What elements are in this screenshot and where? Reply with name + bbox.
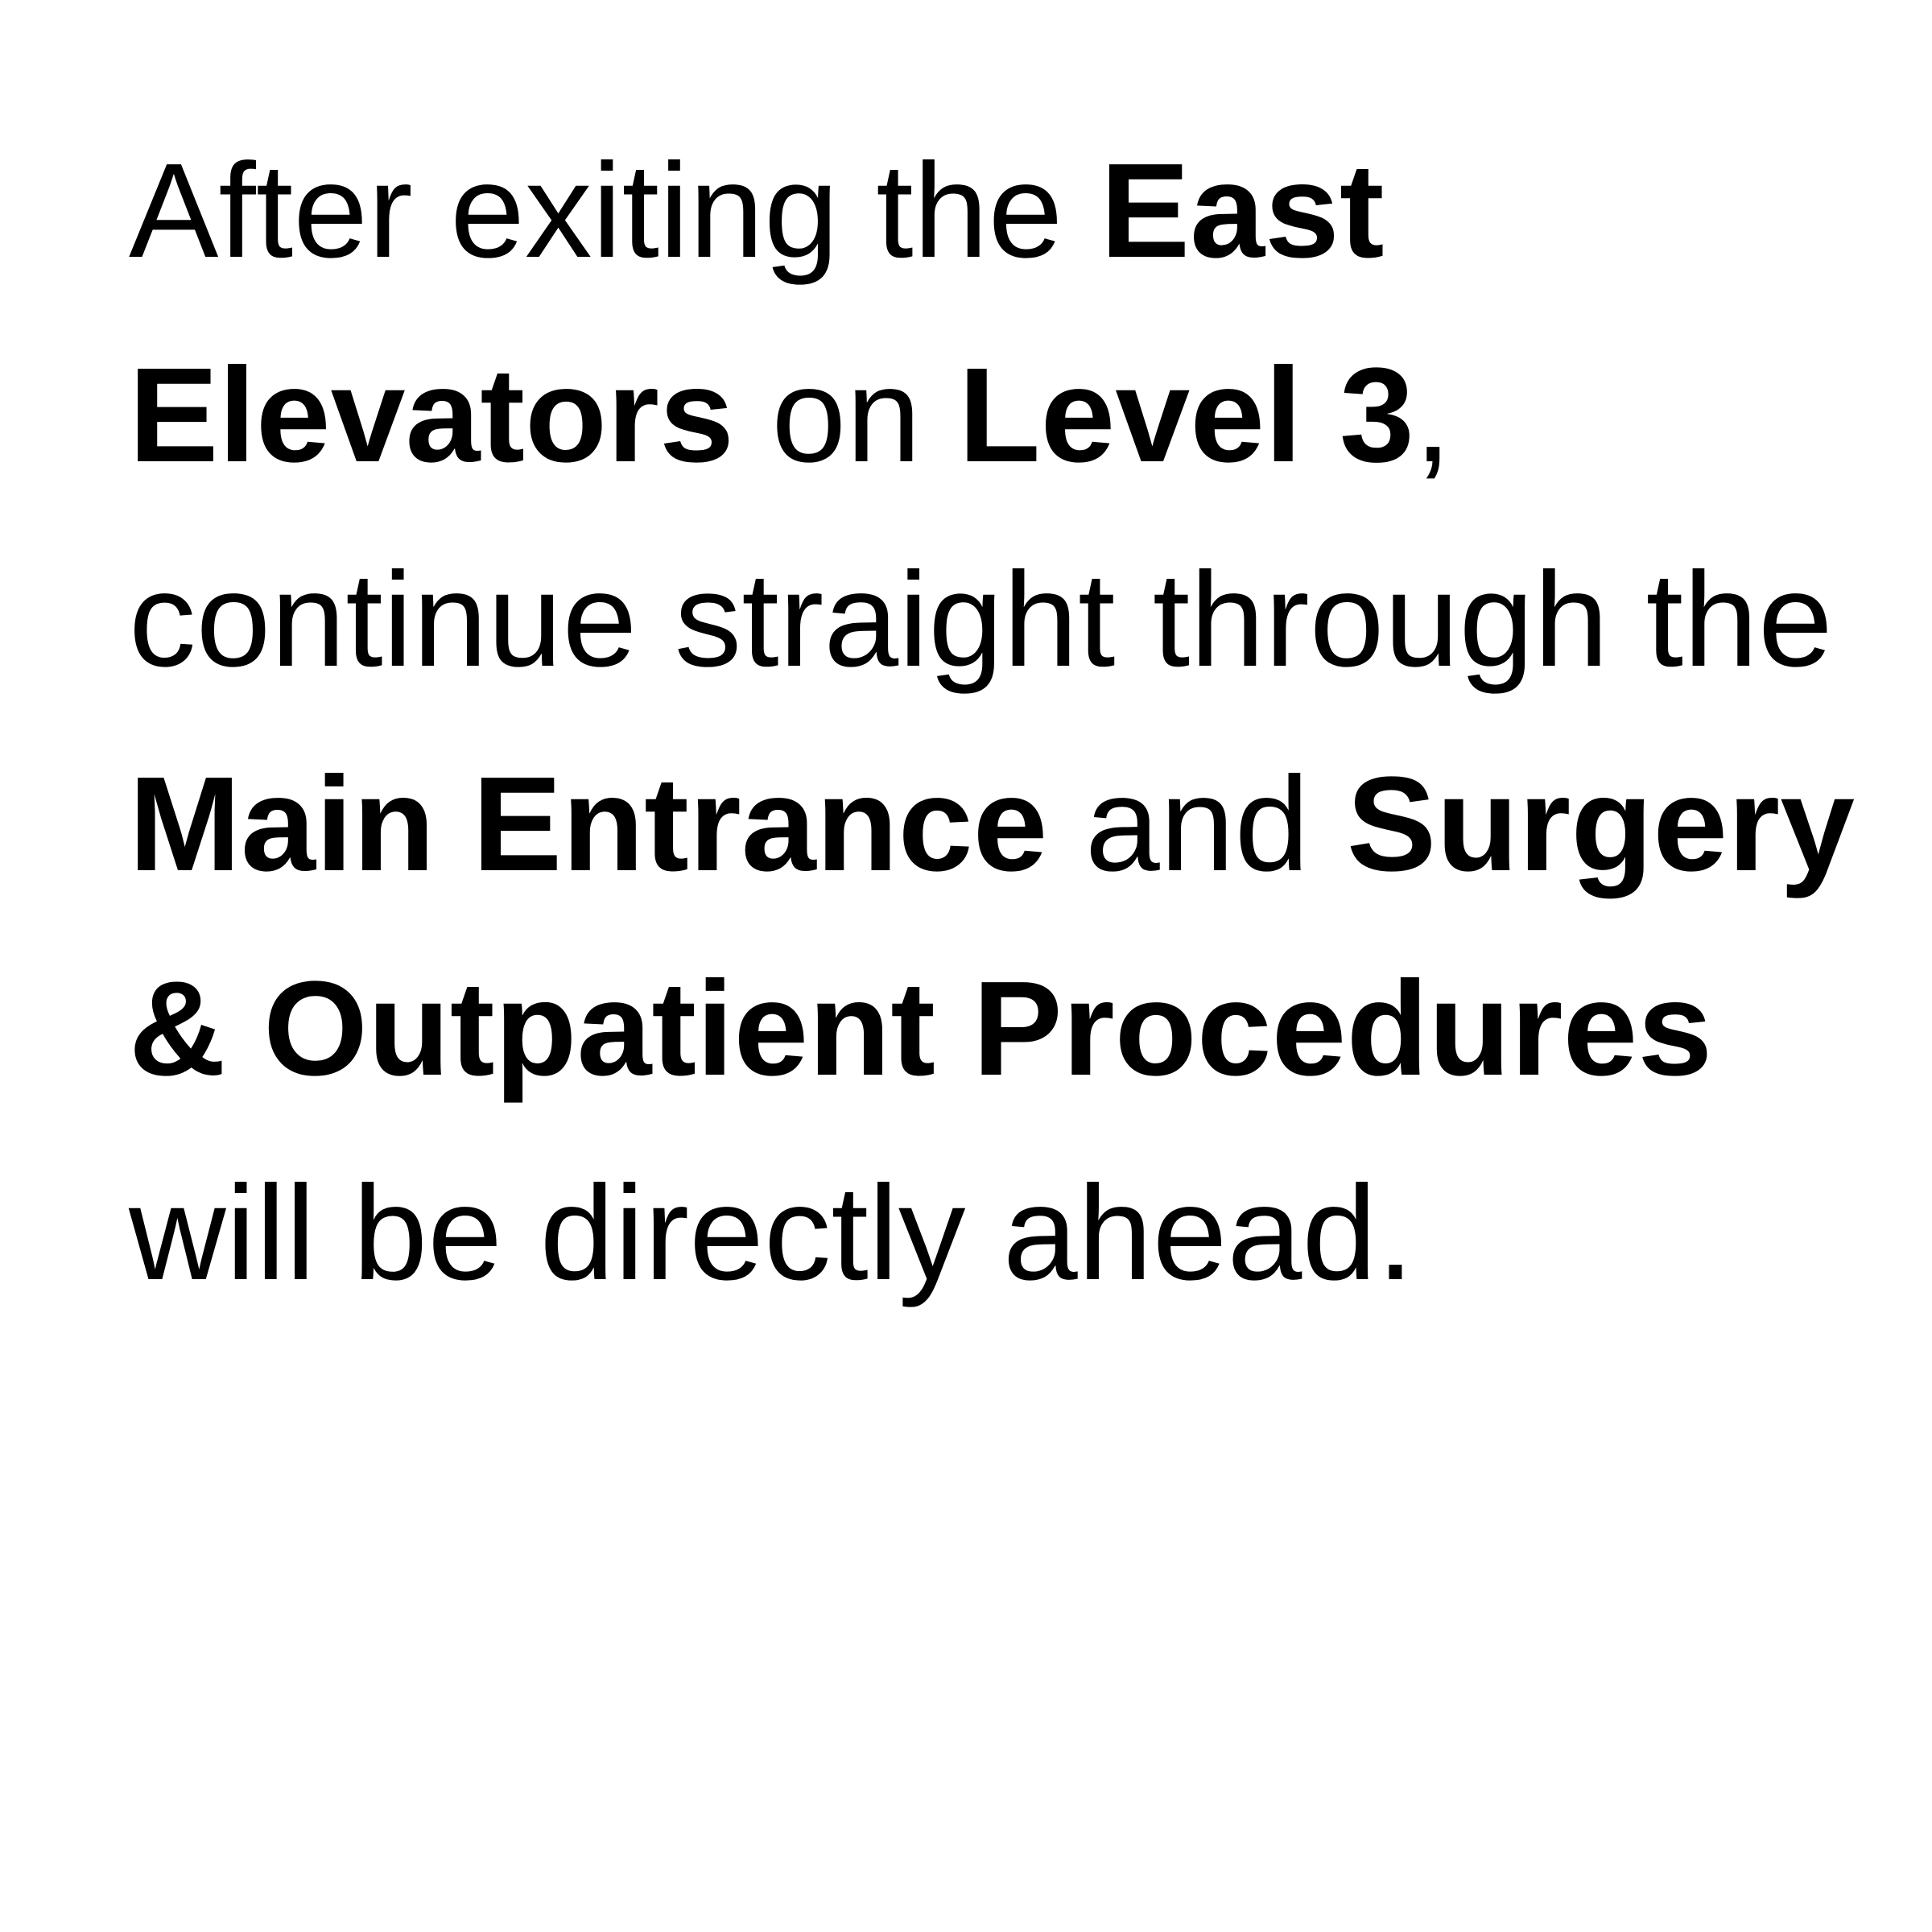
instruction-text-5: will be directly ahead. (129, 1158, 1414, 1308)
instruction-text-1: After exiting the (129, 136, 1100, 286)
wayfinding-page: After exiting the East Elevators on Leve… (0, 0, 1932, 1932)
wayfinding-instruction: After exiting the East Elevators on Leve… (129, 109, 1860, 1335)
instruction-text-2: on (733, 341, 959, 490)
main-entrance-label: Main Entrance (129, 749, 1048, 899)
instruction-text-4: and (1047, 749, 1347, 899)
level-label: Level 3 (958, 341, 1414, 490)
